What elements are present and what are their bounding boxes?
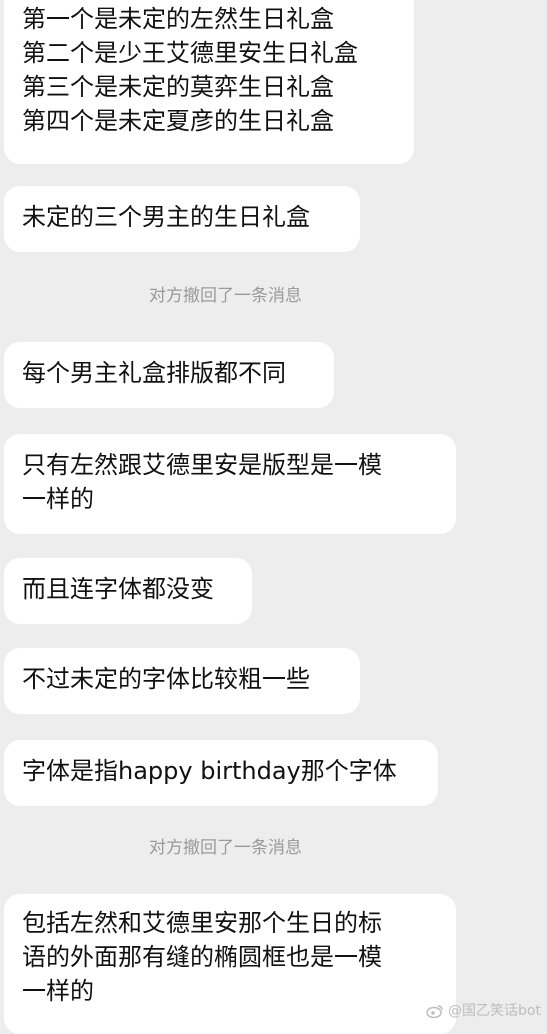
- chat-bubble-8: 包括左然和艾德里安那个生日的标 语的外面那有缝的椭圆框也是一模 一样的: [4, 894, 456, 1034]
- watermark-text: @国乙笑话bot: [448, 1003, 541, 1019]
- recall-notice-1: 对方撤回了一条消息: [149, 286, 302, 306]
- recall-notice-2: 对方撤回了一条消息: [149, 838, 302, 858]
- watermark: @国乙笑话bot: [426, 1002, 541, 1020]
- chat-bubble-6: 不过未定的字体比较粗一些: [4, 648, 360, 714]
- chat-bubble-4: 只有左然跟艾德里安是版型是一模 一样的: [4, 434, 456, 534]
- chat-bubble-3: 每个男主礼盒排版都不同: [4, 342, 334, 408]
- weibo-icon: [426, 1004, 444, 1019]
- chat-bubble-2: 未定的三个男主的生日礼盒: [4, 186, 360, 252]
- chat-bubble-1: 第一个是未定的左然生日礼盒 第二个是少王艾德里安生日礼盒 第三个是未定的莫弈生日…: [4, 0, 414, 164]
- chat-bubble-7: 字体是指happy birthday那个字体: [4, 740, 438, 806]
- chat-bubble-5: 而且连字体都没变: [4, 558, 252, 624]
